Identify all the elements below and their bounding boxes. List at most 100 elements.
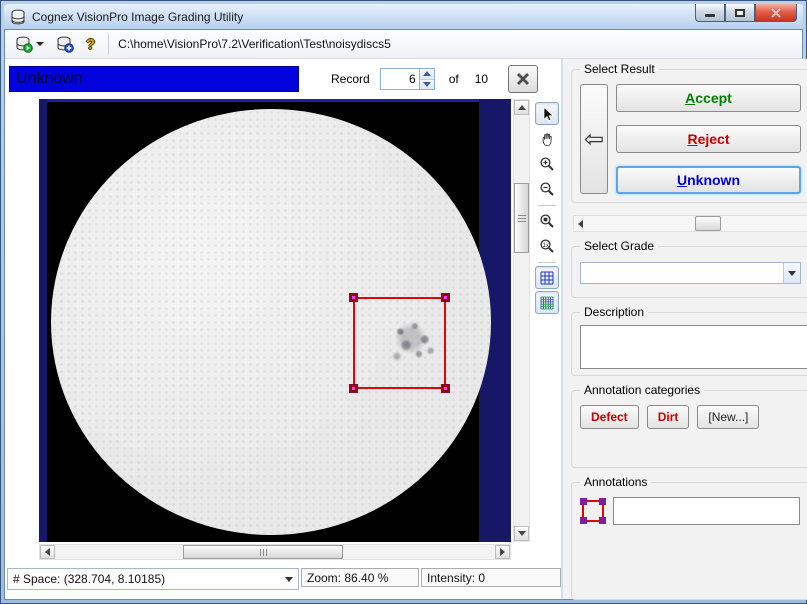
category-new-button[interactable]: [New...] [697, 405, 759, 429]
help-button[interactable]: ? [82, 32, 99, 56]
space-dropdown-icon [285, 577, 293, 582]
annotation-rectangle[interactable] [353, 297, 446, 389]
zoom-out-icon [539, 181, 555, 197]
close-icon [770, 8, 782, 18]
open-image-database-button[interactable] [11, 32, 48, 56]
image-canvas[interactable] [39, 99, 511, 542]
pan-tool-button[interactable] [535, 127, 559, 150]
combo-arrow-icon [788, 271, 796, 276]
zoom-1x-icon: 1x [539, 238, 555, 254]
thumb-grip [518, 218, 526, 219]
close-button[interactable] [755, 4, 797, 22]
database-open-icon [15, 36, 33, 53]
toolstrip-separator [538, 262, 556, 263]
database-path: C:\home\VisionPro\7.2\Verification\Test\… [118, 37, 391, 51]
rect-handle-top-left[interactable] [349, 293, 358, 302]
zoom-1x-tool-button[interactable]: 1x [535, 234, 559, 257]
status-bar: # Space: (328.704, 8.10185) Zoom: 86.40 … [7, 568, 561, 587]
minimize-icon [705, 14, 715, 17]
rect-handle-bottom-left[interactable] [349, 384, 358, 393]
spin-up-icon [423, 71, 431, 76]
grade-combobox[interactable] [580, 262, 801, 284]
viewer-vertical-scrollbar[interactable] [513, 99, 530, 542]
zoom-status-text: Zoom: 86.40 % [307, 571, 388, 585]
grade-dropdown-button[interactable] [783, 263, 800, 283]
record-position-scrollbar[interactable] [573, 215, 807, 232]
zoom-fill-tool-button[interactable] [535, 209, 559, 232]
help-icon: ? [86, 36, 95, 53]
record-spin-up-button[interactable] [420, 69, 434, 80]
annotation-categories-group: Annotation categories Defect Dirt [New..… [571, 390, 807, 468]
previous-record-button[interactable]: ⇦ [580, 84, 608, 194]
description-textarea[interactable] [580, 325, 807, 369]
space-status: # Space: (328.704, 8.10185) [13, 572, 165, 586]
database-new-icon [56, 36, 74, 53]
grid-pixel-icon [539, 295, 555, 311]
grid-fit-icon [539, 270, 555, 286]
window-controls [695, 4, 797, 22]
maximize-button[interactable] [725, 4, 755, 22]
scroll-right-button[interactable] [495, 545, 510, 559]
image-top-stripe [39, 99, 511, 102]
app-window: Cognex VisionPro Image Grading Utility [0, 0, 807, 604]
window-title: Cognex VisionPro Image Grading Utility [32, 10, 243, 24]
zoom-in-tool-button[interactable] [535, 152, 559, 175]
record-input[interactable] [381, 69, 419, 89]
toolbar-separator [108, 34, 109, 54]
scroll-left-button[interactable] [40, 545, 55, 559]
zoom-fill-icon [539, 213, 555, 229]
select-result-group: Select Result ⇦ Accept Reject [571, 69, 807, 203]
grade-value [581, 263, 783, 283]
horizontal-scroll-thumb[interactable] [183, 545, 343, 559]
description-group: Description [571, 312, 807, 376]
annotation-categories-title: Annotation categories [580, 383, 704, 397]
record-total: 10 [475, 72, 488, 86]
open-database-dropdown-icon [36, 42, 44, 46]
grid-pixel-tool-button[interactable] [535, 291, 559, 314]
pointer-icon [539, 106, 555, 122]
annotations-group: Annotations [571, 482, 807, 600]
reject-button[interactable]: Reject [616, 125, 801, 153]
annotation-text-input[interactable] [613, 497, 800, 525]
pointer-tool-button[interactable] [535, 102, 559, 125]
category-defect-button[interactable]: Defect [580, 405, 639, 429]
previous-arrow-icon: ⇦ [584, 125, 604, 154]
new-image-database-button[interactable] [52, 32, 78, 56]
scroll-up-button[interactable] [514, 100, 529, 115]
record-position-thumb[interactable] [695, 216, 721, 231]
vertical-scroll-track[interactable] [514, 115, 529, 526]
space-selector[interactable]: # Space: (328.704, 8.10185) [7, 568, 299, 590]
zoom-status: Zoom: 86.40 % [301, 568, 419, 587]
minimize-button[interactable] [695, 4, 725, 22]
description-title: Description [580, 305, 648, 319]
hand-icon [539, 131, 555, 147]
viewer-horizontal-scrollbar[interactable] [39, 544, 511, 560]
image-left-stripe [39, 99, 47, 542]
horizontal-scroll-track[interactable] [55, 545, 495, 559]
result-banner: Unknown [9, 66, 299, 92]
record-spin-down-button[interactable] [420, 80, 434, 90]
category-dirt-button[interactable]: Dirt [647, 405, 690, 429]
record-row: Unknown Record of 10 [9, 64, 561, 94]
viewer-toolstrip: 1x [530, 99, 560, 542]
thumb-grip [263, 549, 264, 556]
zoom-out-tool-button[interactable] [535, 177, 559, 200]
rect-handle-top-right[interactable] [441, 293, 450, 302]
record-spinner [380, 68, 435, 90]
vertical-scroll-thumb[interactable] [514, 183, 529, 253]
unknown-button[interactable]: Unknown [616, 166, 801, 194]
delete-record-icon [515, 72, 531, 86]
accept-button[interactable]: Accept [616, 84, 801, 112]
scroll-down-icon [518, 531, 526, 536]
intensity-status-text: Intensity: 0 [427, 571, 485, 585]
rect-handle-bottom-right[interactable] [441, 384, 450, 393]
scroll-left-icon [45, 548, 50, 556]
zoom-in-icon [539, 156, 555, 172]
scroll-up-icon [518, 105, 526, 110]
delete-record-button[interactable] [508, 65, 538, 93]
title-bar[interactable]: Cognex VisionPro Image Grading Utility [4, 4, 803, 29]
scroll-down-button[interactable] [514, 526, 529, 541]
track-left-icon[interactable] [578, 220, 583, 228]
scroll-right-icon [500, 548, 505, 556]
grid-fit-tool-button[interactable] [535, 266, 559, 289]
